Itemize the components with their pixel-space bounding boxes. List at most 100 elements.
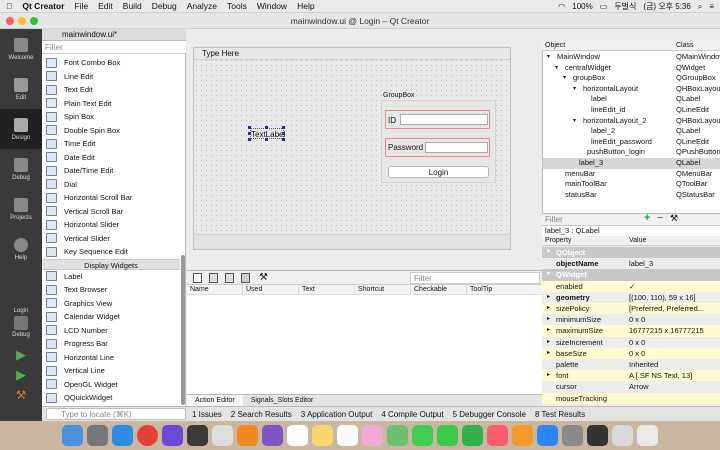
widget-item[interactable]: Font Combo Box (42, 56, 180, 70)
col-class[interactable]: Class (676, 42, 694, 49)
object-tree-row[interactable]: label_2 QLabel (543, 126, 720, 137)
menu-help[interactable]: Help (297, 1, 314, 11)
resize-handle[interactable] (282, 126, 285, 129)
tab-action-editor[interactable]: Action Editor (187, 395, 243, 406)
widget-item[interactable]: Plain Text Edit (42, 97, 180, 111)
widget-item[interactable]: Double Spin Box (42, 124, 180, 138)
cleaner-icon[interactable] (262, 425, 283, 446)
property-value[interactable]: label_3 (629, 258, 653, 269)
music-icon[interactable] (487, 425, 508, 446)
property-value[interactable]: [(100, 110), 59 x 16] (629, 292, 696, 303)
resize-handle[interactable] (265, 126, 268, 129)
property-value[interactable]: A [.SF NS Text, 13] (629, 370, 692, 381)
property-category[interactable]: ▾ QObject (542, 247, 720, 259)
tab-debugger-console[interactable]: 5 Debugger Console (453, 410, 526, 419)
widget-item[interactable]: Progress Bar (42, 337, 180, 351)
resize-handle[interactable] (248, 138, 251, 141)
property-value[interactable]: [Preferred, Preferred... (629, 303, 704, 314)
safari-icon[interactable] (112, 425, 133, 446)
property-row[interactable]: mouseTracking (542, 392, 720, 404)
widget-item[interactable]: Label (42, 270, 180, 284)
password-line-edit[interactable] (425, 142, 488, 153)
widget-item[interactable]: Vertical Line (42, 364, 180, 378)
widget-filter-input[interactable]: Filter (42, 41, 186, 54)
id-line-edit[interactable] (400, 114, 488, 125)
calendar-icon[interactable] (287, 425, 308, 446)
resize-handle[interactable] (282, 138, 285, 141)
tab-test-results[interactable]: 8 Test Results (535, 410, 585, 419)
tab-compile-output[interactable]: 4 Compile Output (381, 410, 443, 419)
menu-window[interactable]: Window (257, 1, 287, 11)
property-row[interactable]: ▸ minimumSize 0 x 0 (542, 314, 720, 325)
property-value[interactable]: 16777215 x 16777215 (629, 325, 704, 336)
resize-handle[interactable] (265, 138, 268, 141)
object-tree-row[interactable]: ▾ horizontalLayout QHBoxLayout (543, 84, 720, 95)
property-row[interactable]: ▸ baseSize 0 x 0 (542, 347, 720, 359)
widget-item[interactable]: OpenGL Widget (42, 378, 180, 392)
search-icon[interactable]: ⌕ (698, 2, 702, 12)
tab-issues[interactable]: 1 Issues (192, 410, 222, 419)
delete-action-icon[interactable] (241, 273, 250, 283)
photo-booth-icon[interactable] (187, 425, 208, 446)
mode-welcome[interactable]: Welcome (0, 29, 42, 69)
widget-item[interactable]: Text Browser (42, 283, 180, 297)
tab-signals-slots-editor[interactable]: Signals_Slots Editor (243, 395, 322, 406)
copy-action-icon[interactable] (209, 273, 218, 283)
expand-arrow-icon[interactable]: ▾ (573, 84, 576, 95)
resize-handle[interactable] (248, 132, 251, 135)
object-tree-row[interactable]: statusBar QStatusBar (543, 190, 720, 201)
siri-icon[interactable] (162, 425, 183, 446)
property-category[interactable]: ▾ QWidget (542, 269, 720, 281)
debug-run-button[interactable]: ▶ (0, 365, 42, 385)
widget-item[interactable]: Horizontal Slider (42, 218, 180, 232)
facetime-icon[interactable] (462, 425, 483, 446)
resize-handle[interactable] (282, 132, 285, 135)
expand-arrow-icon[interactable]: ▾ (573, 116, 576, 127)
widget-category-display-widgets[interactable]: Display Widgets (42, 258, 180, 270)
widget-item[interactable]: Dial (42, 178, 180, 192)
widget-item[interactable]: Date/Time Edit (42, 164, 180, 178)
settings-icon[interactable]: ⚒ (259, 272, 268, 283)
resize-handle[interactable] (248, 126, 251, 129)
mode-debug[interactable]: Debug (0, 149, 42, 189)
close-window-button[interactable] (6, 17, 14, 25)
object-tree-row[interactable]: pushButton_login QPushButton (543, 147, 720, 158)
col-property[interactable]: Property (545, 236, 571, 246)
minimize-window-button[interactable] (18, 17, 26, 25)
file-tab[interactable]: mainwindow.ui* (42, 29, 186, 41)
property-row[interactable]: objectName label_3 (542, 258, 720, 269)
zoom-window-button[interactable] (30, 17, 38, 25)
battery-icon[interactable]: ▭ (600, 2, 608, 11)
terminal-icon[interactable] (587, 425, 608, 446)
object-tree-row[interactable]: lineEdit_password QLineEdit (543, 137, 720, 148)
mode-design[interactable]: Design (0, 109, 42, 149)
property-value[interactable]: Arrow (629, 381, 649, 392)
run-button[interactable]: ▶ (0, 345, 42, 365)
object-tree-row[interactable]: ▾ groupBox QGroupBox (543, 73, 720, 84)
object-tree-row[interactable]: label_3 QLabel (543, 158, 720, 169)
object-tree-row[interactable]: ▾ horizontalLayout_2 QHBoxLayout (543, 116, 720, 127)
widget-item[interactable]: LCD Number (42, 324, 180, 338)
menu-app[interactable]: Qt Creator (22, 1, 64, 11)
widget-item[interactable]: Vertical Slider (42, 232, 180, 246)
property-row[interactable]: ▸ sizePolicy [Preferred, Preferred... (542, 303, 720, 315)
photos-icon[interactable] (362, 425, 383, 446)
widget-item[interactable]: Horizontal Line (42, 351, 180, 365)
messages-icon[interactable] (437, 425, 458, 446)
menu-debug[interactable]: Debug (152, 1, 177, 11)
downloads-icon[interactable] (612, 425, 633, 446)
widget-item[interactable]: Line Edit (42, 70, 180, 84)
col-object[interactable]: Object (545, 42, 565, 49)
add-property-icon[interactable]: + (644, 212, 650, 224)
app-store-icon[interactable] (537, 425, 558, 446)
col-used[interactable]: Used (243, 285, 299, 294)
mode-edit[interactable]: Edit (0, 69, 42, 109)
form-menubar-placeholder[interactable]: Type Here (194, 48, 510, 60)
tab-application-output[interactable]: 3 Application Output (301, 410, 373, 419)
expand-arrow-icon[interactable]: ▸ (547, 348, 550, 359)
build-button[interactable]: ⚒ (0, 385, 42, 405)
widget-item[interactable]: Graphics View (42, 297, 180, 311)
notes-icon[interactable] (312, 425, 333, 446)
widget-item[interactable]: Horizontal Scroll Bar (42, 191, 180, 205)
widget-scrollbar[interactable] (181, 255, 185, 405)
